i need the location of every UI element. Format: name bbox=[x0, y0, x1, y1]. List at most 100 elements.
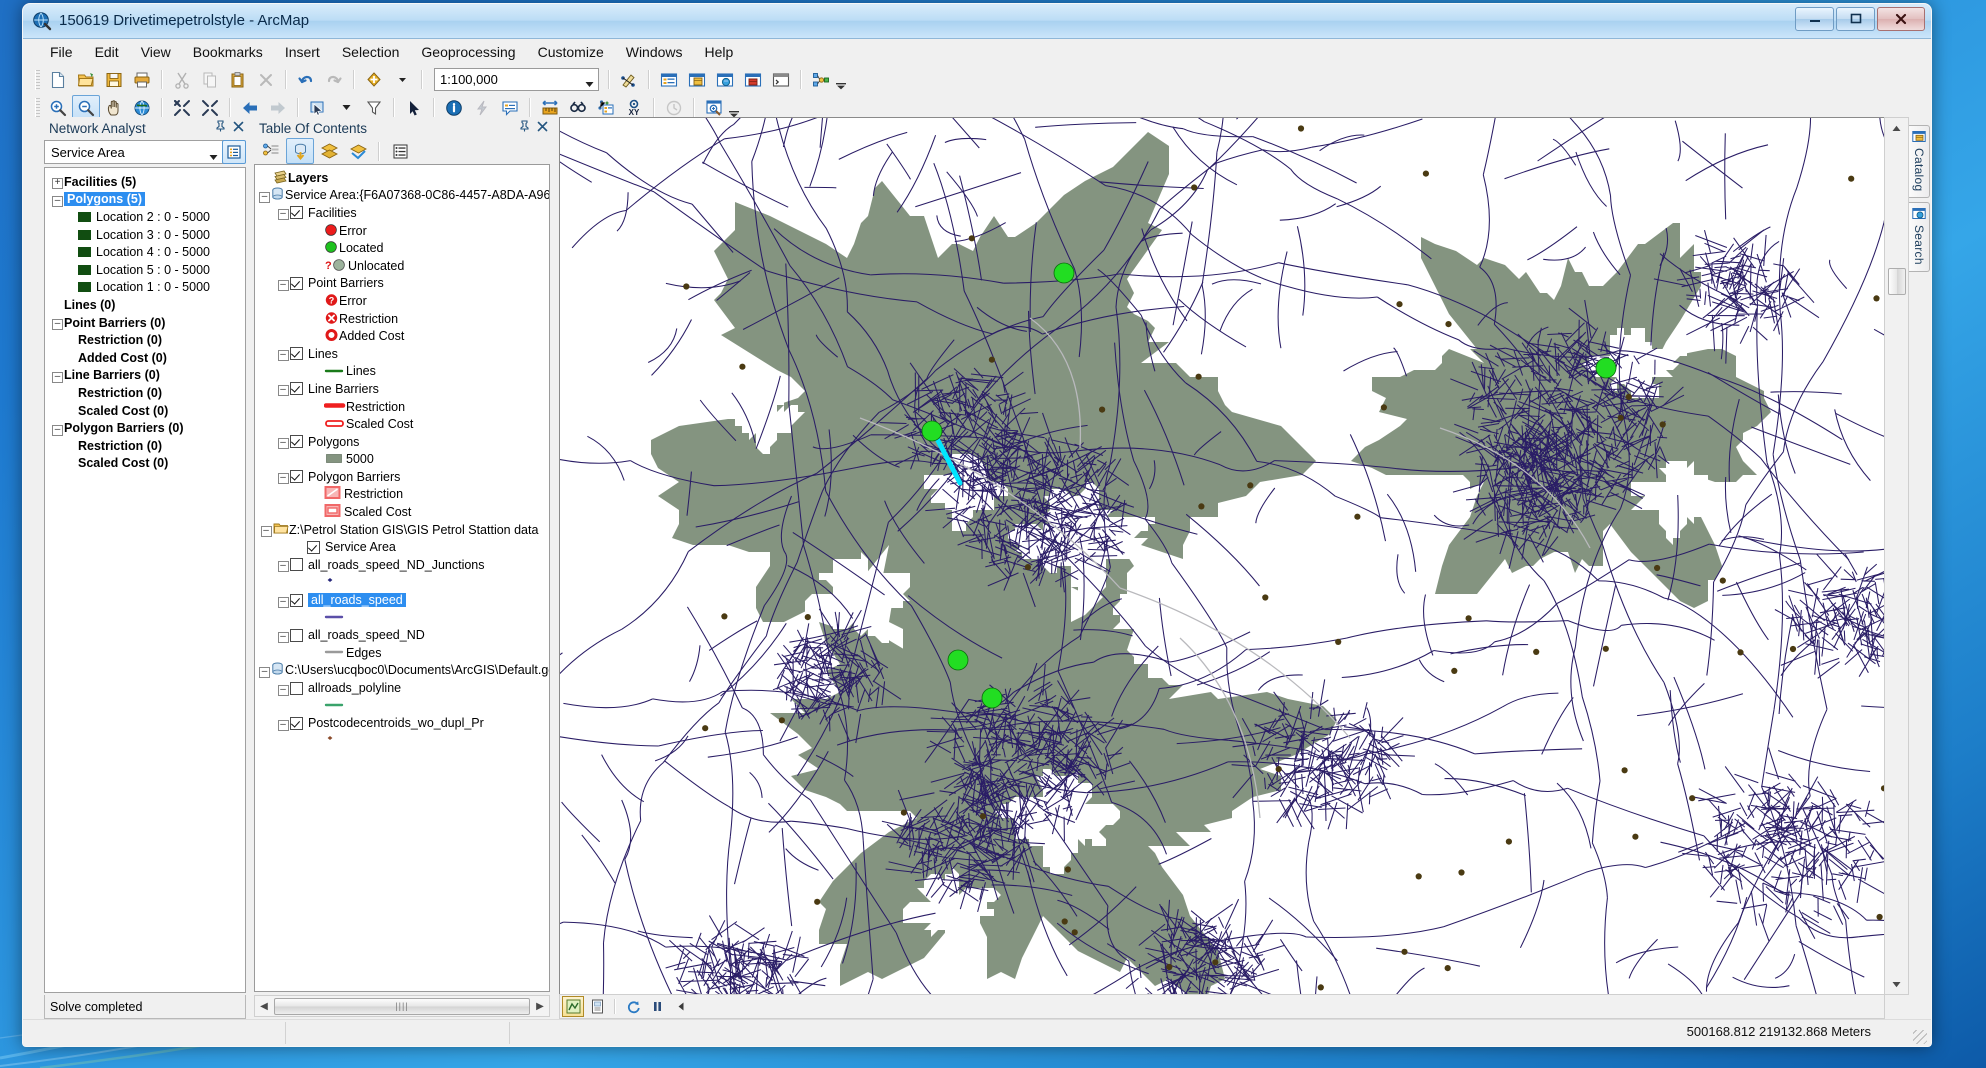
toc-tree-item[interactable]: Restriction bbox=[257, 486, 549, 504]
toc-tree-item[interactable]: ? Error bbox=[257, 292, 549, 310]
menu-customize[interactable]: Customize bbox=[527, 41, 615, 63]
network-analyst-tree-item[interactable]: Location 5 : 0 - 5000 bbox=[45, 261, 245, 279]
menu-file[interactable]: File bbox=[39, 41, 84, 63]
layer-visibility-checkbox[interactable] bbox=[290, 558, 303, 572]
pause-drawing-icon[interactable] bbox=[646, 996, 668, 1017]
menu-view[interactable]: View bbox=[130, 41, 182, 63]
expander-minus-icon[interactable]: – bbox=[276, 716, 290, 731]
layer-visibility-checkbox[interactable] bbox=[307, 540, 320, 554]
add-data-dropdown[interactable] bbox=[388, 67, 416, 93]
copy-icon[interactable] bbox=[196, 67, 224, 93]
network-analyst-tree-item[interactable]: – Line Barriers (0) bbox=[45, 367, 245, 385]
editor-toolbar-icon[interactable] bbox=[615, 67, 643, 93]
expander-minus-icon[interactable]: – bbox=[276, 593, 290, 608]
toc-tree-item[interactable]: – Line Barriers bbox=[257, 380, 549, 398]
toc-tree-item[interactable]: – Postcodecentroids_wo_dupl_Pr bbox=[257, 714, 549, 732]
data-view-icon[interactable] bbox=[562, 996, 584, 1017]
toc-tree-item[interactable]: Restriction bbox=[257, 398, 549, 416]
layer-visibility-checkbox[interactable] bbox=[290, 206, 303, 220]
menu-selection[interactable]: Selection bbox=[331, 41, 411, 63]
toc-tree-item[interactable]: – all_roads_speed bbox=[257, 591, 549, 609]
expander-minus-icon[interactable]: – bbox=[276, 381, 290, 397]
chevron-down-icon[interactable] bbox=[209, 149, 218, 164]
delete-icon[interactable] bbox=[252, 67, 280, 93]
chevron-down-icon[interactable] bbox=[585, 76, 594, 91]
expander-minus-icon[interactable]: – bbox=[276, 346, 290, 362]
toc-tree-item[interactable]: Restriction bbox=[257, 310, 549, 328]
menu-insert[interactable]: Insert bbox=[274, 41, 331, 63]
menu-geoprocessing[interactable]: Geoprocessing bbox=[410, 41, 526, 63]
map-canvas[interactable] bbox=[559, 117, 1885, 995]
network-analyst-tree-item[interactable]: Scaled Cost (0) bbox=[45, 402, 245, 420]
toc-tree-item[interactable]: Edges bbox=[257, 644, 549, 662]
toc-tree-item[interactable]: Added Cost bbox=[257, 327, 549, 345]
cut-icon[interactable] bbox=[168, 67, 196, 93]
undo-icon[interactable] bbox=[292, 67, 320, 93]
table-of-contents-icon[interactable] bbox=[655, 67, 683, 93]
toc-tree-item[interactable]: ? Unlocated bbox=[257, 257, 549, 275]
menu-help[interactable]: Help bbox=[694, 41, 745, 63]
toc-tree-item[interactable]: – Lines bbox=[257, 345, 549, 363]
network-analyst-tree-item[interactable]: Scaled Cost (0) bbox=[45, 455, 245, 473]
toc-tree-item[interactable]: Scaled Cost bbox=[257, 415, 549, 433]
new-map-icon[interactable] bbox=[44, 67, 72, 93]
expander-minus-icon[interactable]: – bbox=[276, 276, 290, 291]
menu-windows[interactable]: Windows bbox=[615, 41, 694, 63]
expander-minus-icon[interactable]: – bbox=[51, 421, 64, 436]
search-icon[interactable] bbox=[711, 67, 739, 93]
close-icon[interactable] bbox=[537, 120, 548, 135]
close-icon[interactable] bbox=[233, 120, 244, 135]
toc-tree-item[interactable]: Layers bbox=[257, 169, 549, 187]
menu-bookmarks[interactable]: Bookmarks bbox=[182, 41, 274, 63]
toolbar-overflow-button[interactable] bbox=[728, 96, 740, 120]
expander-minus-icon[interactable]: – bbox=[51, 192, 64, 207]
pin-icon[interactable] bbox=[215, 120, 226, 135]
facility-located-point[interactable] bbox=[921, 420, 943, 442]
expander-minus-icon[interactable]: – bbox=[51, 315, 64, 331]
open-icon[interactable] bbox=[72, 67, 100, 93]
list-by-selection-icon[interactable] bbox=[344, 138, 372, 164]
toc-scroll-right-button[interactable]: ▶ bbox=[531, 1001, 549, 1012]
expander-plus-icon[interactable]: + bbox=[51, 174, 64, 190]
catalog-icon[interactable] bbox=[683, 67, 711, 93]
map-vertical-scrollbar[interactable] bbox=[1884, 117, 1909, 995]
toc-tree-item[interactable] bbox=[257, 609, 549, 627]
expander-minus-icon[interactable]: – bbox=[276, 681, 290, 696]
network-analyst-tree-item[interactable]: Restriction (0) bbox=[45, 437, 245, 455]
network-analyst-tree-item[interactable]: Restriction (0) bbox=[45, 331, 245, 349]
add-data-icon[interactable] bbox=[360, 67, 388, 93]
network-analyst-tree-item[interactable]: Location 1 : 0 - 5000 bbox=[45, 279, 245, 297]
layer-visibility-checkbox[interactable] bbox=[290, 470, 303, 484]
minimize-button[interactable] bbox=[1795, 7, 1834, 31]
network-analyst-tree-item[interactable]: Added Cost (0) bbox=[45, 349, 245, 367]
refresh-view-icon[interactable] bbox=[622, 996, 644, 1017]
toc-tree-item[interactable]: – all_roads_speed_ND bbox=[257, 626, 549, 644]
map-scale-combobox[interactable]: 1:100,000 bbox=[434, 68, 599, 91]
toolbar-grip[interactable] bbox=[35, 69, 40, 90]
toc-options-icon[interactable] bbox=[386, 138, 414, 164]
scroll-left-icon[interactable] bbox=[670, 996, 692, 1017]
pin-icon[interactable] bbox=[519, 120, 530, 135]
menu-edit[interactable]: Edit bbox=[84, 41, 130, 63]
expander-minus-icon[interactable]: – bbox=[276, 469, 290, 485]
network-analyst-window-icon[interactable] bbox=[222, 140, 246, 164]
arctoolbox-icon[interactable] bbox=[739, 67, 767, 93]
toc-tree-item[interactable]: Error bbox=[257, 222, 549, 240]
toolbar-overflow-button[interactable] bbox=[835, 68, 847, 92]
expander-minus-icon[interactable]: – bbox=[276, 628, 290, 643]
layer-visibility-checkbox[interactable] bbox=[290, 435, 303, 449]
network-analyst-tree-item[interactable]: – Polygons (5) bbox=[45, 191, 245, 209]
toc-tree-item[interactable]: – Point Barriers bbox=[257, 275, 549, 293]
toc-tree-item[interactable]: Scaled Cost bbox=[257, 503, 549, 521]
print-icon[interactable] bbox=[128, 67, 156, 93]
toc-tree-item[interactable]: – Z:\Petrol Station GIS\GIS Petrol Statti… bbox=[257, 521, 549, 539]
toc-tree-item[interactable]: – allroads_polyline bbox=[257, 679, 549, 697]
list-by-visibility-icon[interactable] bbox=[315, 138, 343, 164]
toc-tree-item[interactable]: Lines bbox=[257, 363, 549, 381]
toc-tree-item[interactable] bbox=[257, 732, 549, 750]
network-analyst-dropdown[interactable]: Service Area bbox=[44, 140, 224, 164]
expander-minus-icon[interactable]: – bbox=[276, 205, 290, 221]
toc-tree-item[interactable] bbox=[257, 574, 549, 592]
expander-minus-icon[interactable]: – bbox=[259, 663, 270, 678]
toc-tree-item[interactable]: – all_roads_speed_ND_Junctions bbox=[257, 556, 549, 574]
